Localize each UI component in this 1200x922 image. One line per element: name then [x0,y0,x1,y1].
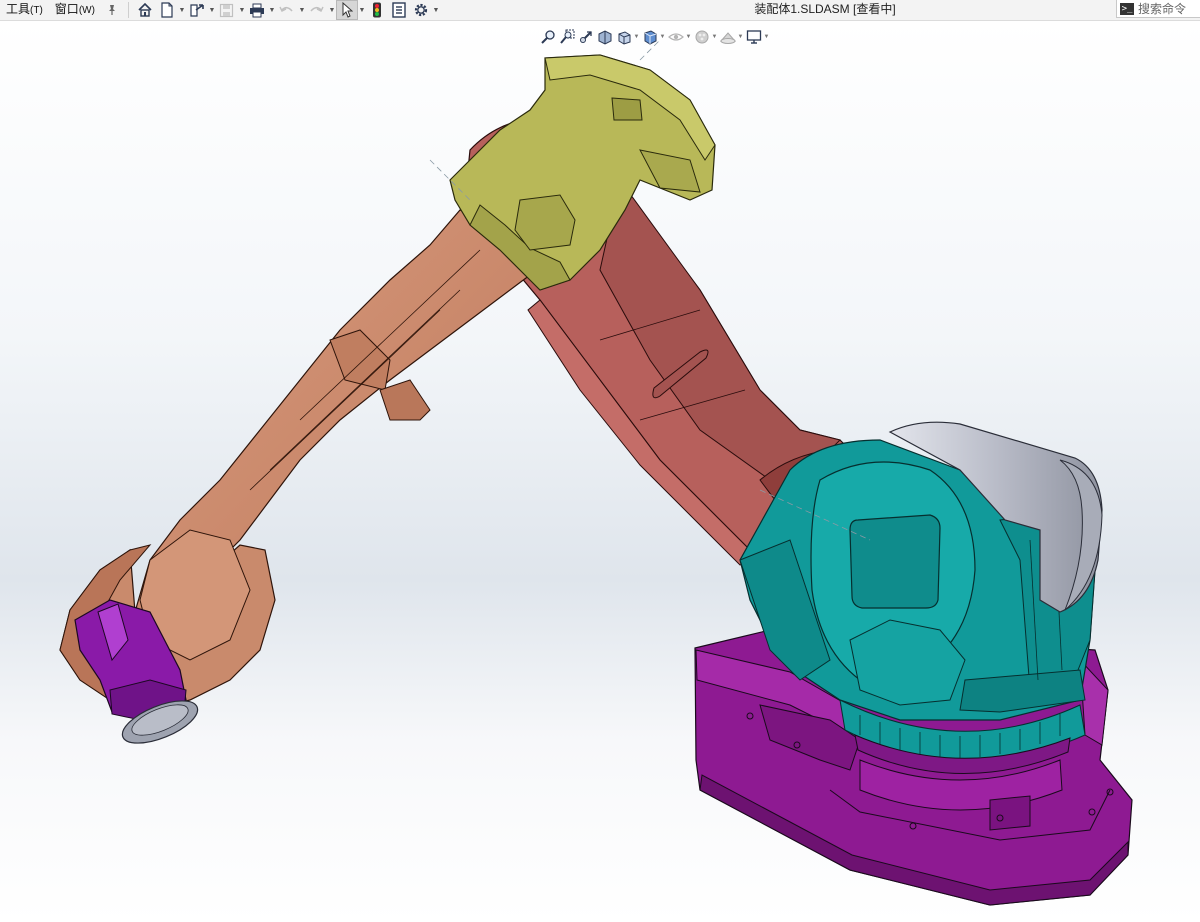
top-toolbar: 工具(T) 窗口(W) ▼ ▼ ▼ ▼ ▼ ▼ ▼ ▼ [0,0,1200,21]
display-style-dropdown[interactable]: ▼ [659,34,666,40]
new-document-icon[interactable] [156,0,178,20]
zoom-to-fit-icon[interactable] [538,27,557,47]
undo-dropdown-arrow[interactable]: ▼ [298,0,306,20]
new-dropdown-arrow[interactable]: ▼ [178,0,186,20]
open-dropdown-arrow[interactable]: ▼ [208,0,216,20]
pin-icon[interactable] [101,0,123,20]
options-gear-icon[interactable] [410,0,432,20]
view-settings-dropdown[interactable]: ▼ [763,34,770,40]
view-orientation-icon[interactable] [614,27,633,47]
menu-window[interactable]: 窗口(W) [49,0,101,20]
heads-up-view-toolbar: ▼ ▼ ▼ ▼ ▼ ▼ [538,26,770,48]
view-settings-icon[interactable] [744,27,763,47]
menu-tools-label: 工具 [6,2,31,16]
graphics-viewport[interactable] [0,21,1200,922]
file-properties-icon[interactable] [388,0,410,20]
previous-view-icon[interactable] [576,27,595,47]
hide-show-dropdown[interactable]: ▼ [685,34,692,40]
hide-show-items-icon[interactable] [666,27,685,47]
view-orientation-dropdown[interactable]: ▼ [633,34,640,40]
undo-icon[interactable] [276,0,298,20]
save-icon[interactable] [216,0,238,20]
toolbar-separator [127,2,129,18]
search-commands-label: 搜索命令 [1138,2,1187,16]
edit-appearance-dropdown[interactable]: ▼ [711,34,718,40]
command-prompt-icon: >_ [1120,2,1134,15]
apply-scene-dropdown[interactable]: ▼ [737,34,744,40]
display-style-icon[interactable] [640,27,659,47]
traffic-light-icon[interactable] [366,0,388,20]
redo-icon[interactable] [306,0,328,20]
print-dropdown-arrow[interactable]: ▼ [268,0,276,20]
apply-scene-icon[interactable] [718,27,737,47]
window-title: 装配体1.SLDASM [查看中] [754,2,896,16]
redo-dropdown-arrow[interactable]: ▼ [328,0,336,20]
select-dropdown-arrow[interactable]: ▼ [358,0,366,20]
home-icon[interactable] [134,0,156,20]
open-icon[interactable] [186,0,208,20]
edit-appearance-icon[interactable] [692,27,711,47]
options-dropdown-arrow[interactable]: ▼ [432,0,440,20]
robot-assembly-model[interactable] [0,21,1200,922]
print-icon[interactable] [246,0,268,20]
search-commands-box[interactable]: >_ 搜索命令 [1116,0,1200,18]
section-view-icon[interactable] [595,27,614,47]
save-dropdown-arrow[interactable]: ▼ [238,0,246,20]
menu-window-accel: (W) [78,5,95,16]
menu-tools-accel: (T) [30,5,43,16]
menu-tools[interactable]: 工具(T) [0,0,49,20]
menu-window-label: 窗口 [54,2,79,16]
select-pointer-icon[interactable] [335,0,358,20]
zoom-to-area-icon[interactable] [557,27,576,47]
